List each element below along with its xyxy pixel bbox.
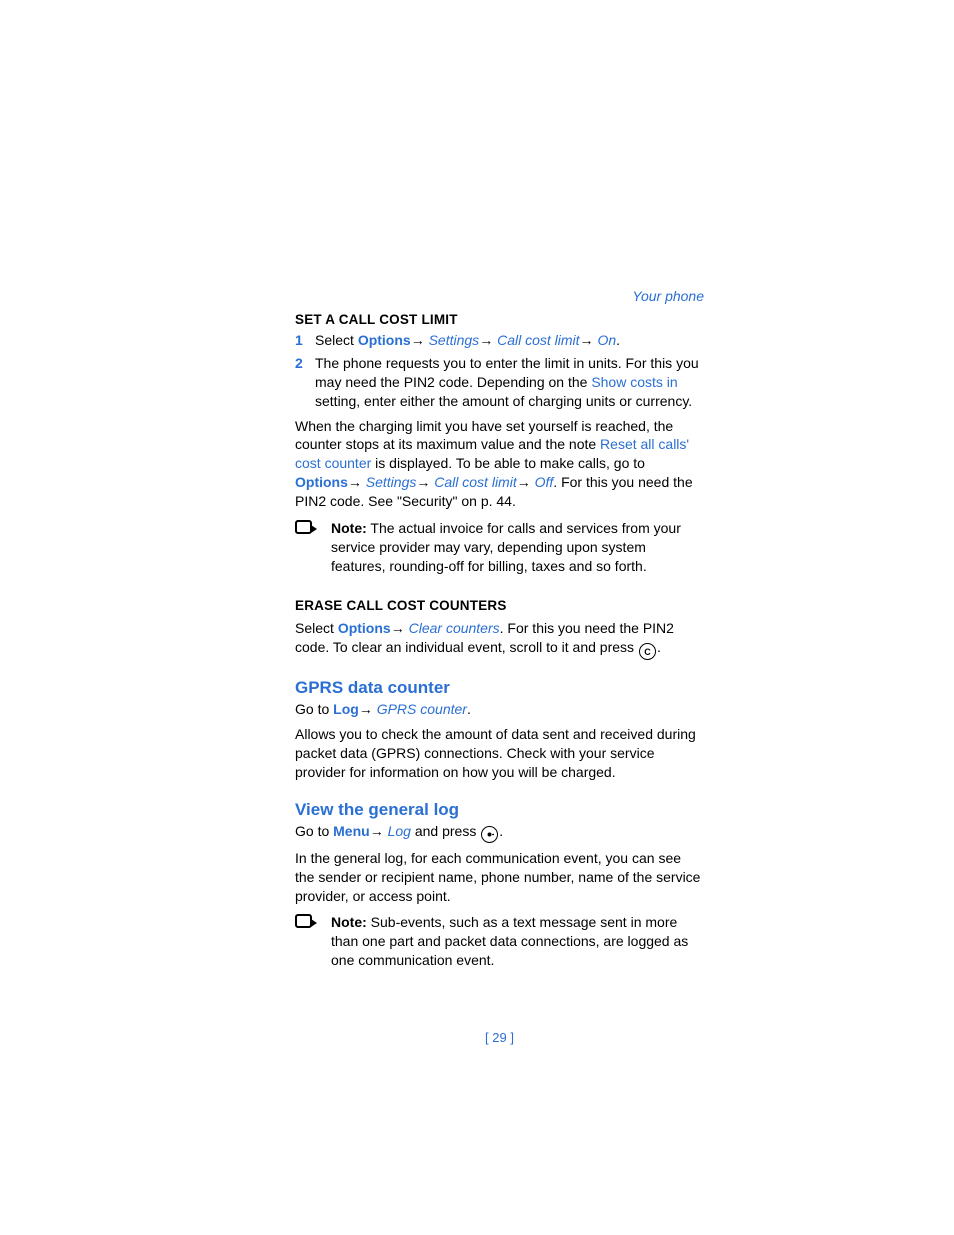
paragraph: Go to Menu→ Log and press . [295, 822, 704, 843]
options-link[interactable]: Options [358, 332, 411, 348]
text: Select [315, 332, 358, 348]
text: Go to [295, 701, 333, 717]
nav-key-icon [481, 826, 498, 843]
show-costs-in-link[interactable]: Show costs in [591, 374, 677, 390]
page: Your phone SET A CALL COST LIMIT 1 Selec… [0, 0, 954, 1105]
arrow-icon: → [517, 474, 535, 490]
step-body: The phone requests you to enter the limi… [315, 354, 704, 411]
note-label: Note: [331, 520, 367, 536]
note-text: Note: The actual invoice for calls and s… [331, 519, 704, 576]
paragraph: Select Options→ Clear counters. For this… [295, 619, 704, 660]
settings-link[interactable]: Settings [366, 474, 417, 490]
page-number: [ 29 ] [295, 1030, 704, 1045]
clear-counters-link[interactable]: Clear counters [409, 620, 500, 636]
step-number: 2 [295, 354, 315, 411]
heading-erase-call-cost-counters: ERASE CALL COST COUNTERS [295, 598, 704, 613]
log-link[interactable]: Log [333, 701, 359, 717]
note-icon [295, 913, 331, 970]
paragraph: Go to Log→ GPRS counter. [295, 700, 704, 719]
note-block: Note: The actual invoice for calls and s… [295, 519, 704, 576]
options-link[interactable]: Options [338, 620, 391, 636]
arrow-icon: → [416, 474, 434, 490]
text: and press [411, 823, 480, 839]
note-label: Note: [331, 914, 367, 930]
settings-link[interactable]: Settings [429, 332, 480, 348]
text: Sub-events, such as a text message sent … [331, 914, 688, 968]
section-header: Your phone [632, 288, 704, 304]
note-text: Note: Sub-events, such as a text message… [331, 913, 704, 970]
arrow-icon: → [580, 332, 598, 348]
text: Select [295, 620, 338, 636]
off-link[interactable]: Off [535, 474, 554, 490]
arrow-icon: → [411, 332, 429, 348]
gprs-counter-link[interactable]: GPRS counter [377, 701, 467, 717]
list-item: 1 Select Options→ Settings→ Call cost li… [295, 331, 704, 350]
text: setting, enter either the amount of char… [315, 393, 692, 409]
options-link[interactable]: Options [295, 474, 348, 490]
menu-link[interactable]: Menu [333, 823, 370, 839]
arrow-icon: → [479, 332, 497, 348]
text: . [657, 639, 661, 655]
arrow-icon: → [370, 823, 388, 839]
paragraph: Allows you to check the amount of data s… [295, 725, 704, 782]
call-cost-limit-link[interactable]: Call cost limit [497, 332, 579, 348]
c-key-icon: C [639, 643, 656, 660]
arrow-icon: → [348, 474, 366, 490]
call-cost-limit-link[interactable]: Call cost limit [434, 474, 516, 490]
heading-view-general-log: View the general log [295, 800, 704, 820]
numbered-list: 1 Select Options→ Settings→ Call cost li… [295, 331, 704, 411]
paragraph: When the charging limit you have set you… [295, 417, 704, 511]
arrow-icon: → [391, 620, 409, 636]
step-body: Select Options→ Settings→ Call cost limi… [315, 331, 704, 350]
list-item: 2 The phone requests you to enter the li… [295, 354, 704, 411]
on-link[interactable]: On [597, 332, 616, 348]
heading-set-call-cost-limit: SET A CALL COST LIMIT [295, 312, 704, 327]
step-number: 1 [295, 331, 315, 350]
text: . [499, 823, 503, 839]
heading-gprs-data-counter: GPRS data counter [295, 678, 704, 698]
text: . [616, 332, 620, 348]
text: Go to [295, 823, 333, 839]
note-icon [295, 519, 331, 576]
note-block: Note: Sub-events, such as a text message… [295, 913, 704, 970]
text: . [467, 701, 471, 717]
arrow-icon: → [359, 701, 377, 717]
paragraph: In the general log, for each communicati… [295, 849, 704, 906]
log-link[interactable]: Log [388, 823, 411, 839]
text: is displayed. To be able to make calls, … [371, 455, 645, 471]
text: The actual invoice for calls and service… [331, 520, 681, 574]
